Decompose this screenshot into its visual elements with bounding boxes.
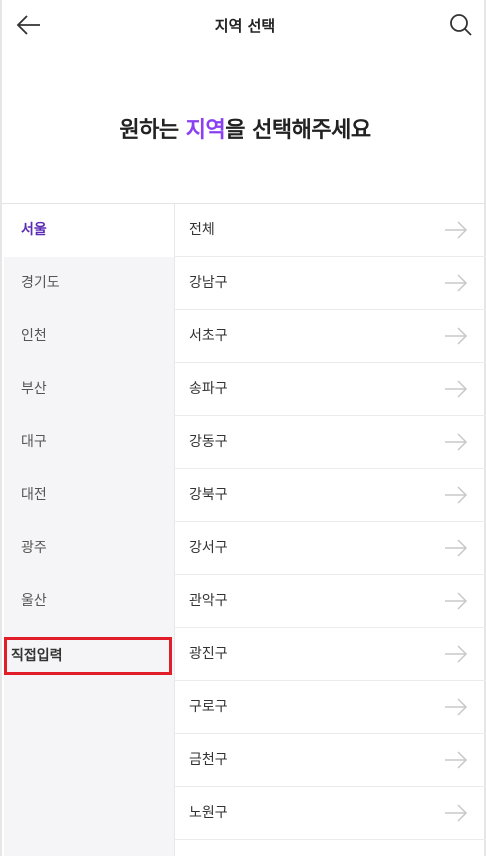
region-prompt-heading: 원하는 지역을 선택해주세요 xyxy=(2,112,486,144)
arrow-left-icon xyxy=(16,15,40,35)
district-list: 전체 강남구 서초구 송파구 강동구 강북구 강서구 관악구 광진구 구로구 금… xyxy=(175,204,486,856)
search-icon xyxy=(450,14,472,36)
district-label: 강동구 xyxy=(189,434,228,450)
arrow-right-icon xyxy=(445,804,468,822)
district-item[interactable]: 구로구 xyxy=(175,681,486,734)
heading-prefix: 원하는 xyxy=(119,118,186,143)
district-label: 구로구 xyxy=(189,699,228,715)
district-item[interactable]: 강북구 xyxy=(175,469,486,522)
district-label: 강북구 xyxy=(189,487,228,503)
arrow-right-icon xyxy=(445,433,468,451)
arrow-right-icon xyxy=(445,645,468,663)
arrow-right-icon xyxy=(445,539,468,557)
district-item[interactable]: 금천구 xyxy=(175,734,486,787)
arrow-right-icon xyxy=(445,486,468,504)
region-item-manual-input[interactable]: 직접입력 xyxy=(4,637,172,675)
arrow-right-icon xyxy=(445,751,468,769)
region-item-daejeon[interactable]: 대전 xyxy=(4,469,174,522)
district-label: 금천구 xyxy=(189,752,228,768)
page-title: 지역 선택 xyxy=(214,17,276,35)
district-label: 전체 xyxy=(189,222,215,238)
region-item-busan[interactable]: 부산 xyxy=(4,363,174,416)
district-label: 관악구 xyxy=(189,593,228,609)
district-label: 서초구 xyxy=(189,328,228,344)
heading-suffix: 을 선택해주세요 xyxy=(225,118,371,143)
arrow-right-icon xyxy=(445,221,468,239)
district-item[interactable]: 강서구 xyxy=(175,522,486,575)
back-button[interactable] xyxy=(14,10,44,40)
region-item-seoul[interactable]: 서울 xyxy=(4,204,174,257)
arrow-right-icon xyxy=(445,274,468,292)
district-item[interactable]: 관악구 xyxy=(175,575,486,628)
top-bar: 지역 선택 xyxy=(2,0,486,52)
district-item[interactable]: 강동구 xyxy=(175,416,486,469)
region-item-incheon[interactable]: 인천 xyxy=(4,310,174,363)
district-label: 송파구 xyxy=(189,381,228,397)
region-item-gyeonggi[interactable]: 경기도 xyxy=(4,257,174,310)
arrow-right-icon xyxy=(445,592,468,610)
heading-accent: 지역 xyxy=(185,118,226,143)
arrow-right-icon xyxy=(445,380,468,398)
arrow-right-icon xyxy=(445,327,468,345)
search-button[interactable] xyxy=(446,10,476,40)
region-item-gwangju[interactable]: 광주 xyxy=(4,522,174,575)
district-label: 노원구 xyxy=(189,805,228,821)
region-item-daegu[interactable]: 대구 xyxy=(4,416,174,469)
arrow-right-icon xyxy=(445,698,468,716)
region-list: 서울 경기도 인천 부산 대구 대전 광주 울산 직접입력 xyxy=(4,204,174,856)
district-label: 강남구 xyxy=(189,275,228,291)
app-frame: 지역 선택 원하는 지역을 선택해주세요 서울 경기도 인천 부산 대구 대전 … xyxy=(0,0,486,856)
district-item[interactable]: 광진구 xyxy=(175,628,486,681)
district-item[interactable]: 강남구 xyxy=(175,257,486,310)
district-label: 강서구 xyxy=(189,540,228,556)
district-item[interactable]: 노원구 xyxy=(175,787,486,840)
region-item-ulsan[interactable]: 울산 xyxy=(4,575,174,628)
district-item[interactable]: 전체 xyxy=(175,204,486,257)
district-item[interactable]: 서초구 xyxy=(175,310,486,363)
district-item[interactable]: 송파구 xyxy=(175,363,486,416)
district-label: 광진구 xyxy=(189,646,228,662)
